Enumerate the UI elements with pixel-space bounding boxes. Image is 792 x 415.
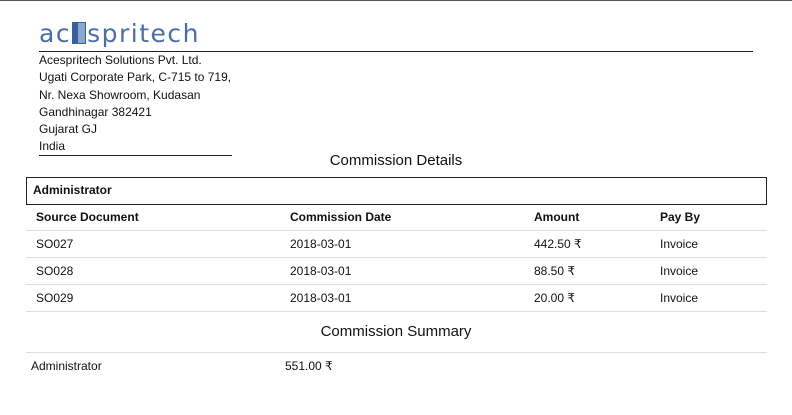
table-row: SO029 2018-03-01 20.00 ₹ Invoice [26, 284, 767, 312]
source-document-cell: SO029 [26, 284, 290, 312]
amount-cell: 20.00 ₹ [534, 284, 660, 312]
commission-summary-title: Commission Summary [320, 323, 472, 340]
column-header-source-document: Source Document [26, 204, 290, 231]
commission-details-table: Source Document Commission Date Amount P… [26, 204, 767, 312]
summary-total-cell: 551.00 ₹ [285, 359, 333, 373]
address-line-state: Gujarat GJ [39, 122, 98, 137]
commission-summary-table: Administrator 551.00 ₹ [26, 352, 767, 379]
address-line-landmark: Nr. Nexa Showroom, Kudasan [39, 87, 201, 102]
pay-by-cell: Invoice [660, 230, 767, 258]
commission-date-cell: 2018-03-01 [290, 284, 534, 312]
summary-salesperson-cell: Administrator [31, 359, 102, 373]
address-line-street: Ugati Corporate Park, C-715 to 719, [39, 70, 232, 85]
salesperson-name: Administrator [33, 183, 112, 197]
column-header-amount: Amount [534, 204, 660, 231]
top-border [0, 0, 792, 1]
company-address: Acespritech Solutions Pvt. Ltd. Ugati Co… [39, 52, 232, 156]
logo-text-start: ac [39, 19, 72, 48]
pay-by-cell: Invoice [660, 257, 767, 285]
column-header-pay-by: Pay By [660, 204, 767, 231]
source-document-cell: SO028 [26, 257, 290, 285]
summary-row: Administrator 551.00 ₹ [26, 353, 767, 380]
table-row: SO027 2018-03-01 442.50 ₹ Invoice [26, 230, 767, 258]
address-line-city: Gandhinagar 382421 [39, 104, 152, 119]
amount-cell: 442.50 ₹ [534, 230, 660, 258]
address-line-company: Acespritech Solutions Pvt. Ltd. [39, 53, 202, 67]
commission-details-title: Commission Details [329, 152, 463, 169]
logo-text-end: spritech [87, 19, 200, 48]
address-divider [39, 155, 232, 156]
salesperson-group-header: Administrator [26, 177, 767, 205]
pay-by-cell: Invoice [660, 284, 767, 312]
company-logo: ac spritech [39, 18, 200, 50]
commission-date-cell: 2018-03-01 [290, 230, 534, 258]
source-document-cell: SO027 [26, 230, 290, 258]
address-line-country: India [39, 139, 66, 154]
amount-cell: 88.50 ₹ [534, 257, 660, 285]
logo-mark-icon [72, 22, 87, 44]
table-header-row: Source Document Commission Date Amount P… [26, 204, 767, 231]
commission-date-cell: 2018-03-01 [290, 257, 534, 285]
table-row: SO028 2018-03-01 88.50 ₹ Invoice [26, 257, 767, 285]
column-header-commission-date: Commission Date [290, 204, 534, 231]
